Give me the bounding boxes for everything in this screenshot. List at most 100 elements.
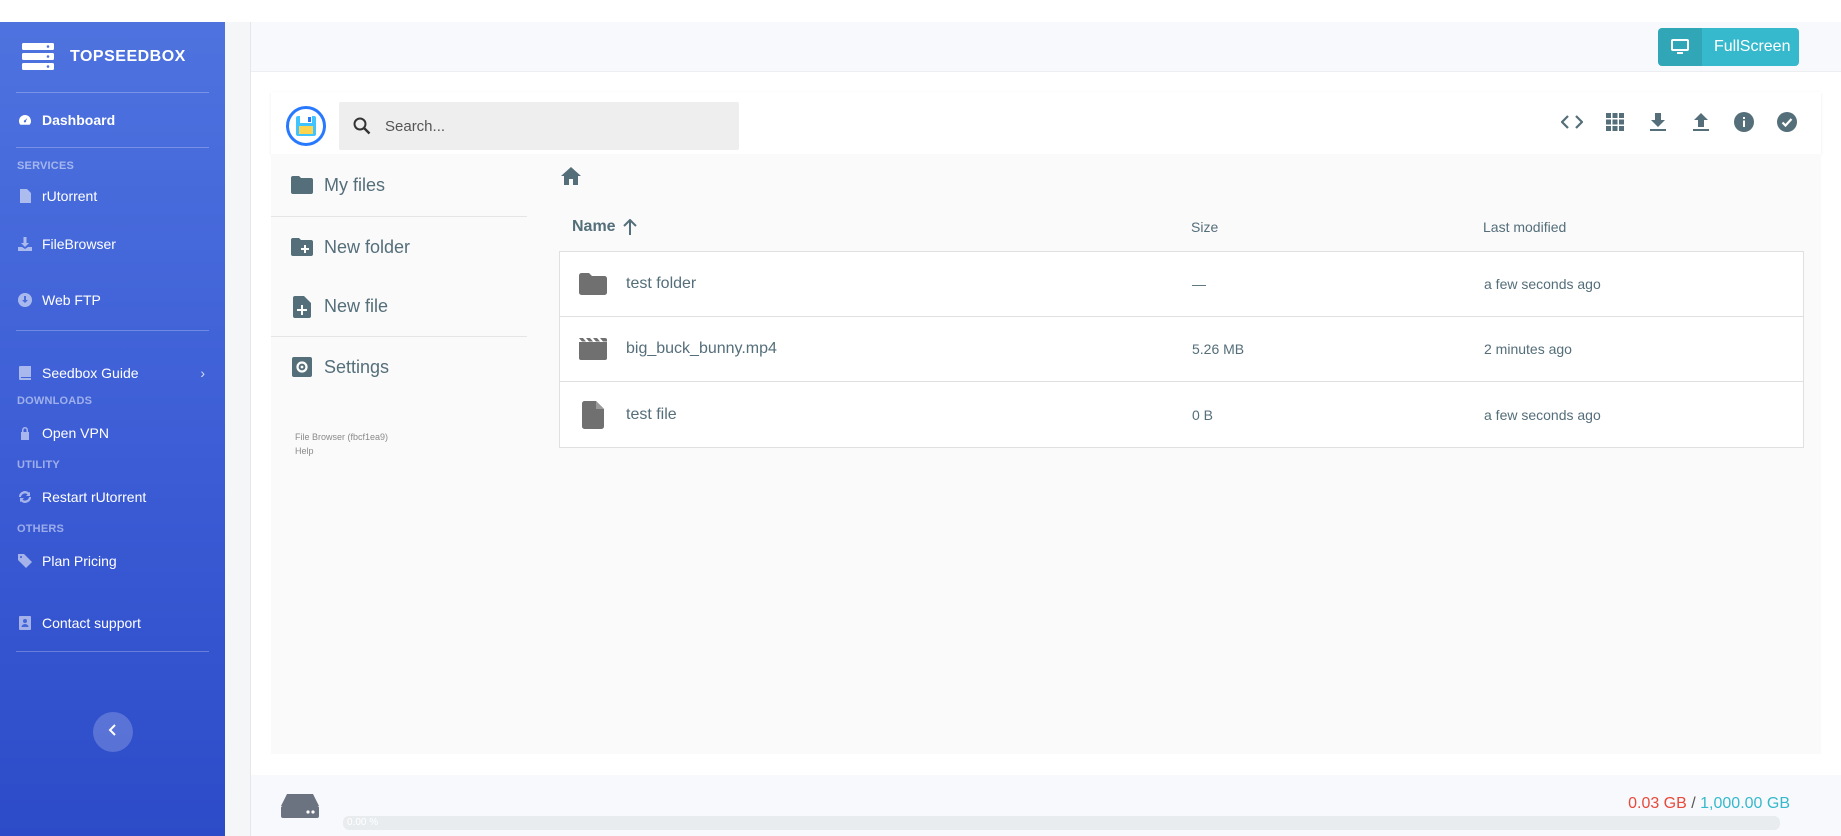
sidebar-item-label: Dashboard: [42, 112, 116, 128]
storage-bar: 0.03 GB / 1,000.00 GB 0.00 %: [251, 775, 1841, 836]
file-icon: [578, 400, 608, 430]
sidebar-item-label: Contact support: [42, 615, 141, 631]
new-file-button[interactable]: New file: [271, 277, 527, 336]
note-add-icon: [291, 295, 313, 318]
listing-header: Name Size Last modified: [559, 202, 1804, 251]
contact-card-icon: [18, 616, 32, 630]
sidebar-item-webftp[interactable]: Web FTP: [0, 272, 225, 328]
code-icon[interactable]: [1560, 110, 1584, 134]
my-files-label: My files: [324, 174, 386, 195]
help-link[interactable]: Help: [295, 444, 527, 458]
search-bar[interactable]: [339, 102, 739, 150]
sidebar-item-label: Open VPN: [42, 425, 109, 441]
sidebar-item-rutorrent[interactable]: rUtorrent: [0, 176, 225, 216]
download-icon: [18, 237, 32, 251]
search-input[interactable]: [385, 117, 715, 135]
file-modified: a few seconds ago: [1484, 406, 1601, 423]
sidebar-item-contact-support[interactable]: Contact support: [0, 583, 225, 651]
file-size: —: [1192, 276, 1206, 292]
sidebar-item-restart-rutorrent[interactable]: Restart rUtorrent: [0, 475, 225, 519]
hard-drive-icon: [281, 793, 319, 824]
sidebar-divider: [16, 651, 209, 652]
toolbar: [1560, 110, 1799, 134]
file-name: test folder: [626, 275, 697, 292]
column-header-size[interactable]: Size: [1191, 219, 1483, 235]
storage-used: 0.03 GB: [1628, 795, 1687, 812]
search-icon: [339, 117, 385, 135]
check-circle-icon[interactable]: [1775, 110, 1799, 134]
file-name: big_buck_bunny.mp4: [626, 340, 777, 357]
settings-button[interactable]: Settings: [271, 337, 527, 397]
refresh-icon: [18, 490, 32, 504]
server-icon: [20, 42, 56, 72]
dashboard-icon: [18, 113, 32, 127]
sidebar-divider: [16, 147, 209, 148]
file-name: test file: [626, 405, 677, 423]
sidebar-item-label: rUtorrent: [42, 188, 98, 204]
credits: File Browser (fbcf1ea9) Help: [271, 430, 527, 458]
folder-icon: [578, 269, 608, 299]
breadcrumb: [559, 154, 1804, 202]
column-header-modified[interactable]: Last modified: [1483, 219, 1804, 235]
info-icon[interactable]: [1732, 110, 1756, 134]
download-icon[interactable]: [1646, 110, 1670, 134]
file-size: 0 B: [1192, 406, 1214, 423]
upload-icon[interactable]: [1689, 110, 1713, 134]
sidebar-item-openvpn[interactable]: Open VPN: [0, 411, 225, 455]
sidebar-item-filebrowser[interactable]: FileBrowser: [0, 216, 225, 272]
sidebar-item-plan-pricing[interactable]: Plan Pricing: [0, 539, 225, 583]
filebrowser-sidebar: My files New folder New file Settings Fi…: [271, 154, 527, 458]
book-icon: [18, 366, 32, 380]
tag-icon: [18, 554, 32, 568]
create-new-folder-icon: [291, 236, 313, 258]
sidebar-item-dashboard[interactable]: Dashboard: [0, 93, 225, 147]
sidebar-toggle-button[interactable]: [93, 712, 133, 752]
chevron-right-icon: ›: [200, 365, 205, 381]
section-heading: SERVICES: [17, 160, 75, 172]
lock-icon: [18, 426, 32, 440]
content-gutter: [225, 22, 250, 836]
sidebar-item-label: Restart rUtorrent: [42, 489, 147, 505]
settings-label: Settings: [324, 356, 390, 377]
progress-label: 0.00 %: [347, 817, 379, 828]
grid-view-icon[interactable]: [1603, 110, 1627, 134]
version-link[interactable]: File Browser (fbcf1ea9): [295, 430, 527, 444]
home-icon[interactable]: [561, 166, 581, 190]
sidebar-item-seedbox-guide[interactable]: Seedbox Guide ›: [0, 331, 225, 403]
fullscreen-label: FullScreen: [1714, 38, 1791, 55]
file-modified: a few seconds ago: [1484, 276, 1601, 292]
filebrowser-logo-icon[interactable]: [286, 106, 326, 146]
sidebar-item-label: Plan Pricing: [42, 553, 117, 569]
new-folder-button[interactable]: New folder: [271, 217, 527, 277]
storage-progress: 0.00 %: [343, 816, 1780, 830]
sidebar: TOPSEEDBOX Dashboard SERVICES rUtorrent …: [0, 22, 225, 836]
filebrowser-body: My files New folder New file Settings Fi…: [271, 154, 1821, 754]
topbar: FullScreen: [251, 22, 1841, 72]
my-files-button[interactable]: My files: [271, 154, 527, 216]
sort-by-name-button[interactable]: Name: [559, 218, 1191, 236]
brand[interactable]: TOPSEEDBOX: [0, 22, 225, 92]
arrow-upward-icon: [622, 218, 637, 235]
column-header-name: Name: [572, 217, 616, 235]
sidebar-item-label: FileBrowser: [42, 236, 116, 252]
new-file-label: New file: [324, 296, 389, 316]
chevron-left-icon: [108, 723, 118, 741]
monitor-icon: [1658, 28, 1702, 66]
file-modified: 2 minutes ago: [1484, 341, 1572, 357]
table-row[interactable]: test file 0 B a few seconds ago: [560, 382, 1803, 447]
file-listing: Name Size Last modified test folder — a …: [559, 154, 1804, 448]
file-size: 5.26 MB: [1192, 341, 1245, 357]
storage-separator: /: [1691, 795, 1696, 812]
table-row[interactable]: big_buck_bunny.mp4 5.26 MB 2 minutes ago: [560, 317, 1803, 382]
circle-download-icon: [18, 293, 32, 307]
sidebar-item-label: Web FTP: [42, 292, 101, 308]
sidebar-item-label: Seedbox Guide: [42, 365, 139, 381]
file-rows: test folder — a few seconds ago big_buck…: [559, 251, 1804, 448]
brand-name: TOPSEEDBOX: [70, 48, 186, 65]
file-download-icon: [18, 189, 32, 203]
filebrowser-header: [271, 92, 1821, 154]
fullscreen-button[interactable]: FullScreen: [1658, 28, 1799, 66]
table-row[interactable]: test folder — a few seconds ago: [560, 252, 1803, 317]
new-folder-label: New folder: [324, 236, 411, 257]
folder-icon: [291, 174, 313, 196]
